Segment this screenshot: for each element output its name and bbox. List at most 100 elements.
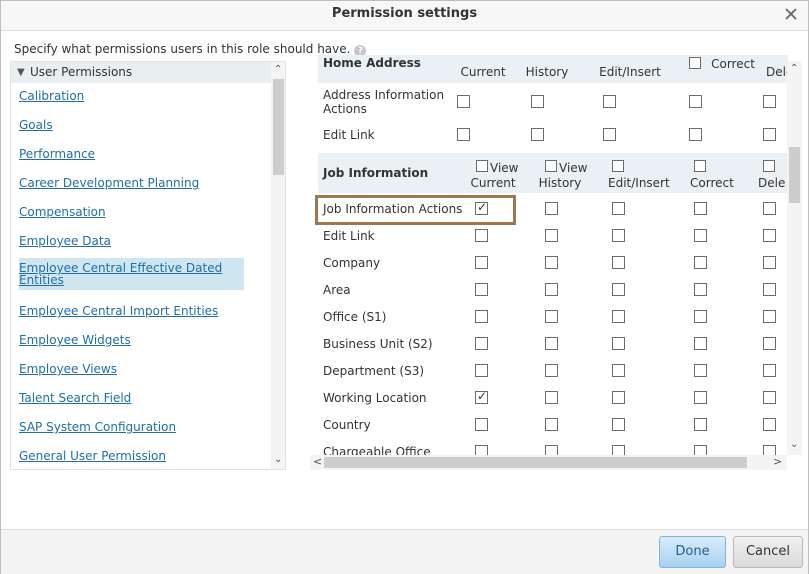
category-link-performance[interactable]: Performance bbox=[19, 148, 95, 160]
user-permissions-header[interactable]: ▼ User Permissions bbox=[11, 62, 271, 83]
checkbox-area-delete[interactable] bbox=[763, 283, 776, 296]
checkbox-office-view-history[interactable] bbox=[545, 310, 558, 323]
checkbox-department-view-history[interactable] bbox=[545, 364, 558, 377]
scroll-up-icon[interactable]: ⌃ bbox=[274, 64, 282, 75]
checkbox-company-view-history[interactable] bbox=[545, 256, 558, 269]
checkbox-area-correct[interactable] bbox=[694, 283, 707, 296]
checkbox-country-view-history[interactable] bbox=[545, 418, 558, 431]
row-label-area: Area bbox=[323, 283, 351, 297]
instruction-label: Specify what permissions users in this r… bbox=[14, 42, 351, 56]
done-button[interactable]: Done bbox=[659, 536, 726, 568]
category-link-general-user-permission[interactable]: General User Permission bbox=[19, 450, 166, 462]
checkbox-address-actions-current[interactable] bbox=[457, 95, 470, 108]
scroll-down-icon[interactable]: ⌄ bbox=[790, 439, 798, 450]
scroll-right-icon[interactable]: > bbox=[773, 455, 782, 468]
checkbox-office-edit-insert[interactable] bbox=[612, 310, 625, 323]
checkbox-working-location-delete[interactable] bbox=[763, 391, 776, 404]
select-all-view-history-checkbox[interactable] bbox=[545, 160, 557, 172]
checkbox-area-view-current[interactable] bbox=[475, 283, 488, 296]
cancel-button[interactable]: Cancel bbox=[733, 536, 803, 568]
permission-category-panel: ▼ User Permissions Calibration Goals Per… bbox=[10, 61, 286, 470]
checkbox-country-correct[interactable] bbox=[694, 418, 707, 431]
checkbox-home-edit-link-correct[interactable] bbox=[689, 128, 702, 141]
checkbox-home-edit-link-history[interactable] bbox=[531, 128, 544, 141]
select-all-edit-insert-checkbox[interactable] bbox=[612, 160, 624, 172]
checkbox-business-unit-edit-insert[interactable] bbox=[612, 337, 625, 350]
right-horizontal-scrollbar[interactable]: < > bbox=[310, 455, 787, 470]
checkbox-business-unit-delete[interactable] bbox=[763, 337, 776, 350]
close-icon[interactable] bbox=[784, 7, 798, 21]
checkbox-company-correct[interactable] bbox=[694, 256, 707, 269]
checkbox-job-edit-link-delete[interactable] bbox=[763, 229, 776, 242]
category-link-career-development[interactable]: Career Development Planning bbox=[19, 177, 199, 189]
category-link-compensation[interactable]: Compensation bbox=[19, 206, 106, 218]
select-all-view-current-checkbox[interactable] bbox=[476, 160, 488, 172]
checkbox-job-edit-link-view-current[interactable] bbox=[475, 229, 488, 242]
right-vertical-scrollbar[interactable]: ⌃ ⌄ bbox=[787, 61, 802, 455]
scroll-down-icon[interactable]: ⌄ bbox=[274, 454, 282, 465]
collapse-arrow-icon[interactable]: ▼ bbox=[17, 67, 25, 78]
scrollbar-thumb[interactable] bbox=[324, 457, 747, 468]
checkbox-company-delete[interactable] bbox=[763, 256, 776, 269]
column-header-correct: Correct bbox=[690, 176, 734, 190]
checkbox-country-edit-insert[interactable] bbox=[612, 418, 625, 431]
checkbox-address-actions-history[interactable] bbox=[531, 95, 544, 108]
checkbox-job-actions-view-history[interactable] bbox=[545, 202, 558, 215]
checkbox-department-delete[interactable] bbox=[763, 364, 776, 377]
checkbox-business-unit-correct[interactable] bbox=[694, 337, 707, 350]
checkbox-job-edit-link-view-history[interactable] bbox=[545, 229, 558, 242]
checkbox-country-view-current[interactable] bbox=[475, 418, 488, 431]
category-link-calibration[interactable]: Calibration bbox=[19, 90, 84, 102]
checkbox-working-location-correct[interactable] bbox=[694, 391, 707, 404]
checkbox-working-location-view-history[interactable] bbox=[545, 391, 558, 404]
scrollbar-thumb[interactable] bbox=[273, 79, 284, 175]
checkbox-country-delete[interactable] bbox=[763, 418, 776, 431]
checkbox-address-actions-edit-insert[interactable] bbox=[603, 95, 616, 108]
checkbox-address-actions-correct[interactable] bbox=[689, 95, 702, 108]
category-link-employee-views[interactable]: Employee Views bbox=[19, 363, 117, 375]
checkbox-working-location-view-current[interactable] bbox=[475, 389, 488, 404]
row-label-job-edit-link: Edit Link bbox=[323, 229, 375, 243]
checkbox-working-location-edit-insert[interactable] bbox=[612, 391, 625, 404]
checkbox-home-edit-link-delete[interactable] bbox=[763, 128, 776, 141]
checkbox-area-view-history[interactable] bbox=[545, 283, 558, 296]
row-label-home-edit-link: Edit Link bbox=[323, 128, 375, 142]
checkbox-office-correct[interactable] bbox=[694, 310, 707, 323]
column-header-correct: Correct bbox=[711, 57, 755, 71]
checkbox-job-edit-link-correct[interactable] bbox=[694, 229, 707, 242]
checkbox-company-edit-insert[interactable] bbox=[612, 256, 625, 269]
checkbox-office-view-current[interactable] bbox=[475, 310, 488, 323]
category-link-goals[interactable]: Goals bbox=[19, 119, 53, 131]
category-link-ec-effective-dated-entities[interactable]: Employee Central Effective Dated Entitie… bbox=[19, 258, 244, 290]
checkbox-home-edit-link-current[interactable] bbox=[457, 128, 470, 141]
checkbox-business-unit-view-history[interactable] bbox=[545, 337, 558, 350]
scroll-up-icon[interactable]: ⌃ bbox=[790, 63, 798, 74]
scrollbar-thumb[interactable] bbox=[789, 147, 800, 203]
category-link-employee-widgets[interactable]: Employee Widgets bbox=[19, 334, 131, 346]
select-all-correct-checkbox[interactable] bbox=[694, 160, 706, 172]
checkbox-job-actions-edit-insert[interactable] bbox=[612, 202, 625, 215]
checkbox-home-edit-link-edit-insert[interactable] bbox=[603, 128, 616, 141]
select-all-correct-checkbox[interactable] bbox=[689, 57, 701, 69]
checkbox-address-actions-delete[interactable] bbox=[763, 95, 776, 108]
category-link-talent-search-field[interactable]: Talent Search Field bbox=[19, 392, 131, 404]
checkbox-department-edit-insert[interactable] bbox=[612, 364, 625, 377]
category-link-ec-import-entities[interactable]: Employee Central Import Entities bbox=[19, 305, 218, 317]
category-link-employee-data[interactable]: Employee Data bbox=[19, 235, 111, 247]
category-link-sap-system-configuration[interactable]: SAP System Configuration bbox=[19, 421, 176, 433]
checkbox-office-delete[interactable] bbox=[763, 310, 776, 323]
scroll-left-icon[interactable]: < bbox=[313, 455, 322, 468]
checkbox-area-edit-insert[interactable] bbox=[612, 283, 625, 296]
row-label-country: Country bbox=[323, 418, 371, 432]
checkbox-job-actions-delete[interactable] bbox=[763, 202, 776, 215]
checkbox-company-view-current[interactable] bbox=[475, 256, 488, 269]
checkbox-job-actions-view-current[interactable] bbox=[475, 200, 488, 215]
checkbox-department-correct[interactable] bbox=[694, 364, 707, 377]
checkbox-job-edit-link-edit-insert[interactable] bbox=[612, 229, 625, 242]
checkbox-business-unit-view-current[interactable] bbox=[475, 337, 488, 350]
checkbox-job-actions-correct[interactable] bbox=[694, 202, 707, 215]
select-all-delete-checkbox[interactable] bbox=[763, 160, 775, 172]
left-vertical-scrollbar[interactable]: ⌃ ⌄ bbox=[271, 62, 285, 469]
checkbox-department-view-current[interactable] bbox=[475, 364, 488, 377]
row-label-line1: Address Information bbox=[323, 88, 445, 102]
